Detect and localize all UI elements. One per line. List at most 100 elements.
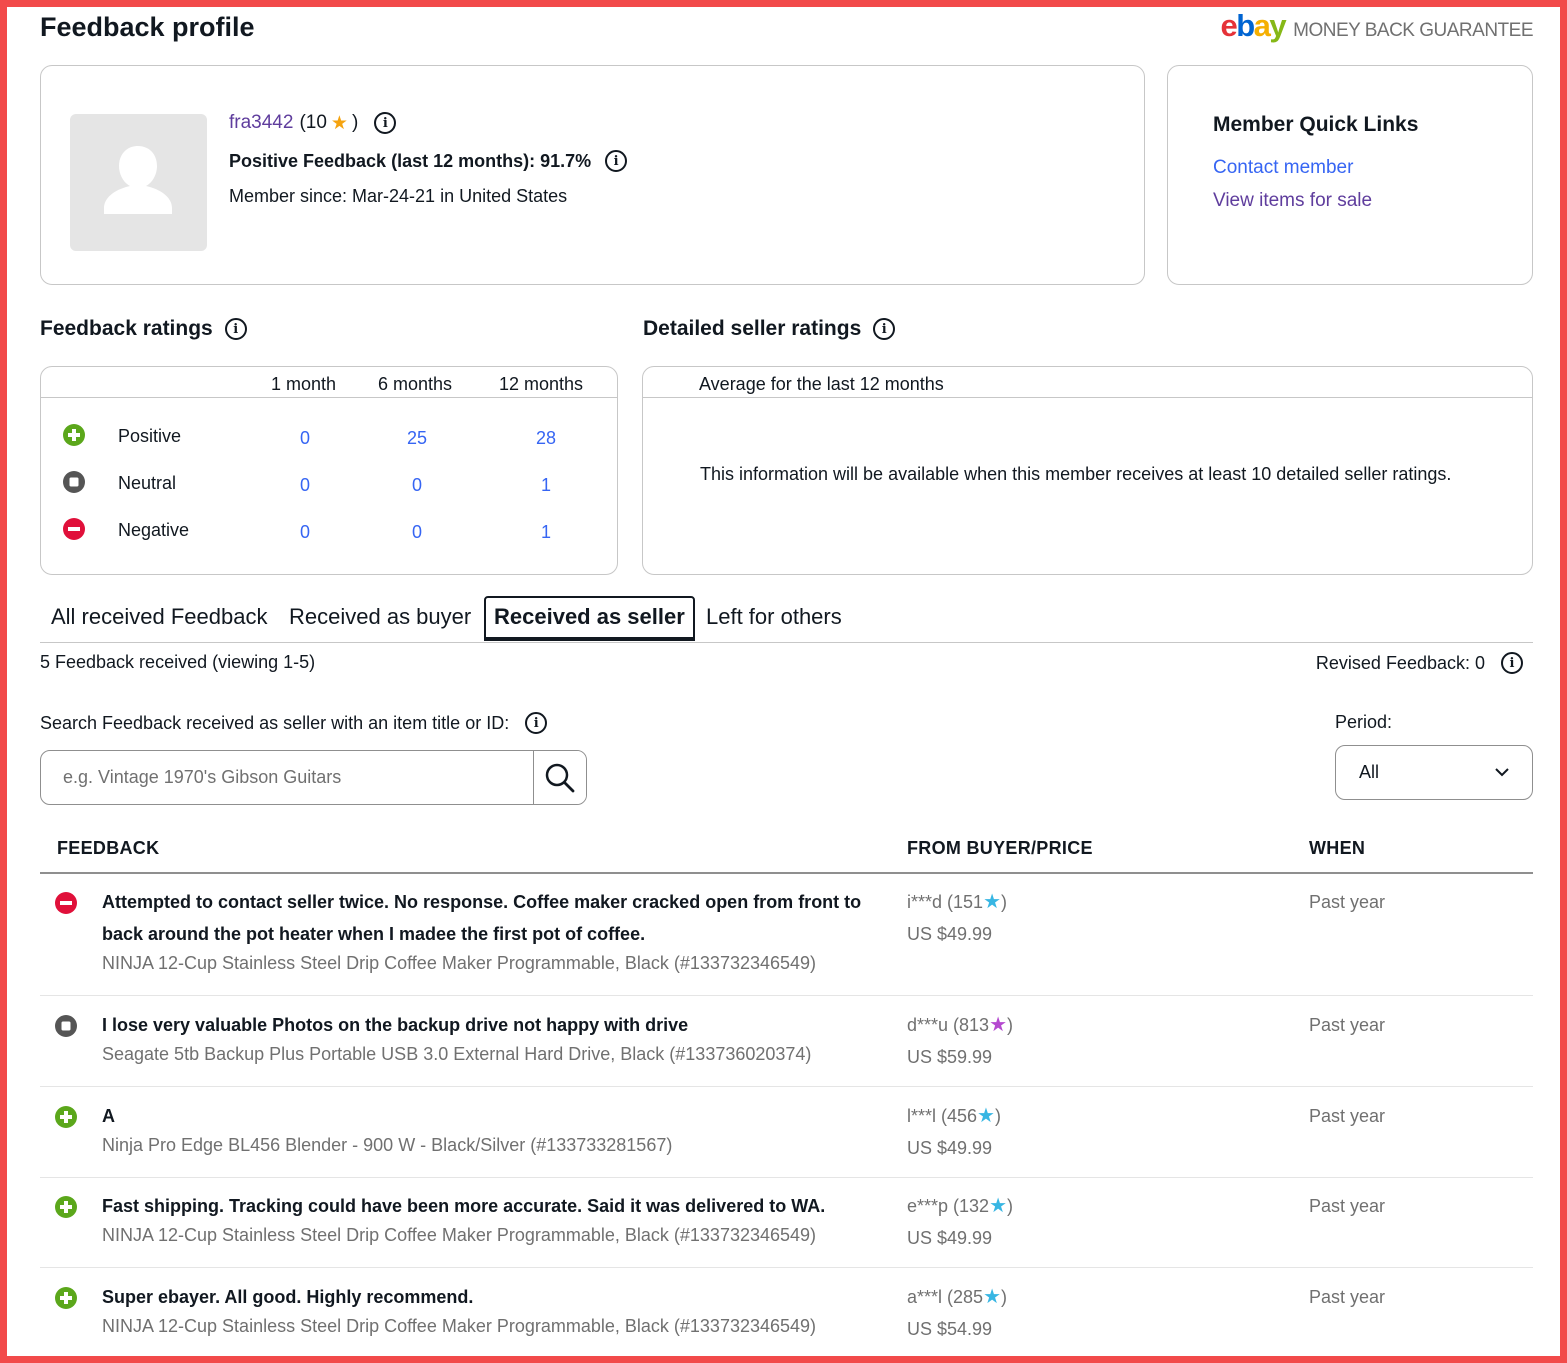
table-row: Attempted to contact seller twice. No re… — [40, 886, 1533, 996]
period-select[interactable]: All — [1335, 745, 1533, 800]
star-icon: ★ — [330, 112, 348, 134]
feedback-comment: Fast shipping. Tracking could have been … — [102, 1196, 826, 1216]
info-icon[interactable]: i — [605, 150, 628, 172]
search-box — [40, 750, 587, 805]
price: US $54.99 — [907, 1319, 993, 1339]
when: Past year — [1309, 892, 1386, 912]
when: Past year — [1309, 1196, 1386, 1216]
column-1-month: 1 month — [271, 374, 337, 394]
buyer-info: a***l (285★) — [907, 1286, 1007, 1308]
username-line: fra3442 (10 ★ ) i — [229, 110, 627, 136]
info-icon[interactable]: i — [224, 318, 247, 340]
rating-value-link[interactable]: 0 — [285, 428, 325, 449]
rating-value-link[interactable]: 1 — [526, 475, 566, 496]
contact-member-link[interactable]: Contact member — [1213, 157, 1353, 179]
price: US $59.99 — [907, 1047, 993, 1067]
info-icon[interactable]: i — [525, 712, 548, 734]
rating-value-link[interactable]: 0 — [285, 522, 325, 543]
item-title: NINJA 12-Cup Stainless Steel Drip Coffee… — [102, 953, 817, 973]
positive-icon — [55, 1196, 77, 1218]
search-button[interactable] — [533, 751, 586, 804]
rating-value-link[interactable]: 0 — [285, 475, 325, 496]
when: Past year — [1309, 1015, 1386, 1035]
profile-card: fra3442 (10 ★ ) i Positive Feedback (las… — [40, 65, 1145, 285]
money-back-guarantee-badge[interactable]: ebay MONEY BACK GUARANTEE — [1220, 8, 1533, 44]
column-feedback: FEEDBACK — [57, 838, 160, 858]
positive-feedback-text: Positive Feedback (last 12 months): 91.7… — [229, 150, 592, 171]
tab-all-received-feedback[interactable]: All received Feedback — [51, 604, 267, 630]
rating-label: Negative — [118, 520, 190, 540]
positive-icon — [55, 1287, 77, 1309]
dsr-message: This information will be available when … — [700, 464, 1452, 484]
rating-value-link[interactable]: 0 — [397, 522, 437, 543]
table-row: Super ebayer. All good. Highly recommend… — [40, 1281, 1533, 1359]
negative-icon — [55, 892, 77, 914]
feedback-score-close: ) — [351, 112, 359, 133]
rating-label: Positive — [118, 426, 182, 446]
guarantee-text: MONEY BACK GUARANTEE — [1293, 20, 1533, 41]
search-label: Search Feedback received as seller with … — [40, 712, 548, 734]
info-icon[interactable]: i — [873, 318, 896, 340]
detailed-seller-ratings-box: Average for the last 12 months This info… — [642, 366, 1533, 575]
item-title: NINJA 12-Cup Stainless Steel Drip Coffee… — [102, 1225, 817, 1245]
rating-value-link[interactable]: 25 — [397, 428, 437, 449]
column-from-buyer-price: FROM BUYER/PRICE — [907, 838, 1093, 858]
table-row: Fast shipping. Tracking could have been … — [40, 1190, 1533, 1268]
star-icon: ★ — [989, 1195, 1008, 1217]
member-since: Member since: Mar-24-21 in United States — [229, 186, 568, 206]
table-row: A Ninja Pro Edge BL456 Blender - 900 W -… — [40, 1100, 1533, 1178]
table-row: I lose very valuable Photos on the backu… — [40, 1009, 1533, 1087]
feedback-count: 5 Feedback received (viewing 1-5) — [40, 652, 316, 672]
revised-feedback: Revised Feedback: 0 i — [1316, 652, 1523, 674]
column-when: WHEN — [1309, 838, 1366, 858]
detailed-seller-ratings-title: Detailed seller ratings i — [643, 317, 896, 341]
tab-left-for-others[interactable]: Left for others — [706, 604, 842, 630]
price: US $49.99 — [907, 1138, 993, 1158]
price: US $49.99 — [907, 924, 993, 944]
quick-links-title: Member Quick Links — [1213, 113, 1419, 136]
positive-icon — [55, 1106, 77, 1128]
rating-row-negative: Negative 0 0 1 — [41, 516, 617, 546]
star-icon: ★ — [977, 1105, 995, 1127]
feedback-comment: Super ebayer. All good. Highly recommend… — [102, 1287, 474, 1307]
search-icon — [545, 763, 575, 792]
search-input[interactable] — [41, 751, 535, 804]
star-icon: ★ — [983, 891, 1001, 913]
item-title: NINJA 12-Cup Stainless Steel Drip Coffee… — [102, 1316, 817, 1336]
profile-info: fra3442 (10 ★ ) i Positive Feedback (las… — [229, 110, 628, 207]
feedback-tabs: All received Feedback Received as buyer … — [40, 596, 1533, 643]
buyer-info: d***u (813★) — [907, 1014, 1014, 1036]
rating-label: Neutral — [118, 473, 177, 493]
price: US $49.99 — [907, 1228, 993, 1248]
buyer-info: i***d (151★) — [907, 891, 1007, 913]
user-silhouette-icon — [104, 146, 172, 214]
chevron-down-icon — [1495, 768, 1509, 777]
when: Past year — [1309, 1106, 1386, 1126]
info-icon[interactable]: i — [374, 112, 397, 134]
ebay-logo: ebay — [1220, 8, 1286, 43]
info-icon[interactable]: i — [1501, 652, 1523, 674]
positive-feedback-line: Positive Feedback (last 12 months): 91.7… — [229, 148, 628, 174]
negative-icon — [63, 518, 85, 540]
feedback-score: (10 — [299, 112, 327, 133]
buyer-info: e***p (132★) — [907, 1195, 1014, 1217]
star-icon: ★ — [983, 1286, 1001, 1308]
tab-received-as-buyer[interactable]: Received as buyer — [289, 604, 471, 630]
feedback-ratings-table: 1 month 6 months 12 months Positive 0 25… — [40, 366, 618, 575]
view-items-for-sale-link[interactable]: View items for sale — [1213, 190, 1372, 212]
neutral-icon — [63, 471, 85, 493]
username-link[interactable]: fra3442 — [229, 112, 293, 134]
rating-value-link[interactable]: 28 — [526, 428, 566, 449]
rating-value-link[interactable]: 1 — [526, 522, 566, 543]
star-icon: ★ — [989, 1014, 1008, 1036]
period-label: Period: — [1335, 712, 1393, 732]
tab-received-as-seller[interactable]: Received as seller — [484, 596, 695, 641]
when: Past year — [1309, 1287, 1386, 1307]
feedback-table-header: FEEDBACK FROM BUYER/PRICE WHEN — [40, 836, 1533, 874]
page-title: Feedback profile — [40, 12, 255, 42]
rating-value-link[interactable]: 0 — [397, 475, 437, 496]
positive-icon — [63, 424, 85, 446]
feedback-profile-page: Feedback profile ebay MONEY BACK GUARANT… — [40, 0, 1533, 1363]
feedback-ratings-title: Feedback ratings i — [40, 317, 247, 341]
feedback-comment: Attempted to contact seller twice. No re… — [102, 892, 862, 944]
